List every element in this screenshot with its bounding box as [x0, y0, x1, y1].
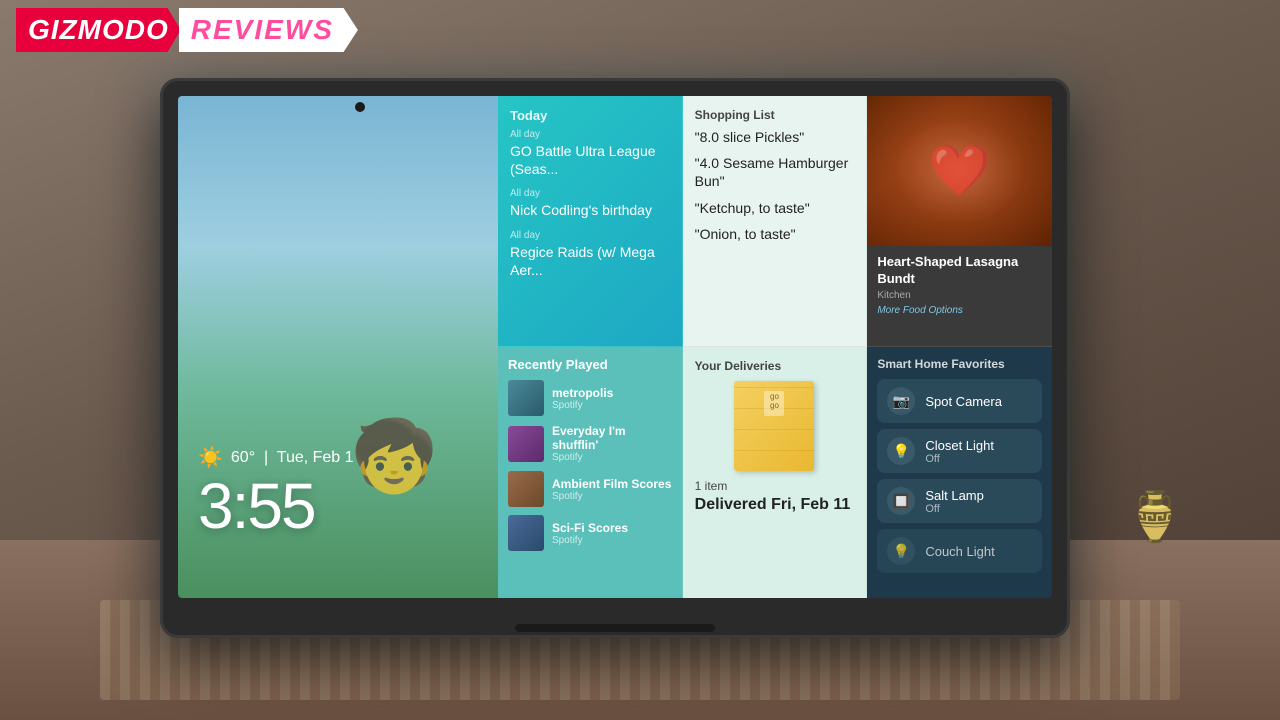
music-thumb-3 [508, 471, 544, 507]
today-label: Today [510, 108, 670, 123]
today-panel[interactable]: Today All day GO Battle Ultra League (Se… [498, 96, 683, 347]
music-item-3[interactable]: Ambient Film Scores Spotify [508, 471, 672, 507]
decorative-figurine: 🏺 [1125, 488, 1185, 545]
shopping-item-1: "8.0 slice Pickles" [695, 128, 855, 146]
shopping-item-2: "4.0 Sesame Hamburger Bun" [695, 154, 855, 190]
music-thumb-1 [508, 380, 544, 416]
box-label: go go [764, 391, 784, 416]
event-item-1: All day GO Battle Ultra League (Seas... [510, 129, 670, 178]
weather-line: ☀️ 60° | Tue, Feb 1 [198, 445, 354, 470]
couch-light-name: Couch Light [925, 544, 994, 559]
right-panels-grid: Today All day GO Battle Ultra League (Se… [498, 96, 1052, 598]
deliveries-label: Your Deliveries [695, 359, 855, 373]
music-thumb-4 [508, 515, 544, 551]
event-item-3: All day Regice Raids (w/ Mega Aer... [510, 230, 670, 279]
music-source-4: Spotify [552, 535, 628, 546]
music-item-2[interactable]: Everyday I'm shufflin' Spotify [508, 424, 672, 463]
device-info-closet: Closet Light Off [925, 438, 994, 465]
event-title-3: Regice Raids (w/ Mega Aer... [510, 243, 670, 279]
smart-home-label: Smart Home Favorites [877, 357, 1042, 371]
closet-light-status: Off [925, 453, 994, 465]
music-title-3: Ambient Film Scores [552, 477, 671, 491]
date-display: Tue, Feb 1 [277, 449, 354, 466]
salt-lamp-status: Off [925, 503, 984, 515]
light-icon-closet: 💡 [887, 437, 915, 465]
music-thumb-2 [508, 426, 544, 462]
device-info-camera: Spot Camera [925, 394, 1002, 409]
food-heart-icon: ❤️ [929, 142, 991, 201]
smart-device-closet-light[interactable]: 💡 Closet Light Off [877, 429, 1042, 473]
music-info-4: Sci-Fi Scores Spotify [552, 521, 628, 546]
weather-temp-day: 60° | Tue, Feb 1 [231, 449, 354, 467]
recently-played-panel[interactable]: Recently Played metropolis Spotify Every… [498, 347, 683, 598]
delivery-count: 1 item [695, 479, 855, 493]
brand-name: GIZMODO [28, 14, 169, 45]
music-item-4[interactable]: Sci-Fi Scores Spotify [508, 515, 672, 551]
shopping-item-4: "Onion, to taste" [695, 225, 855, 243]
recently-played-label: Recently Played [508, 357, 672, 372]
tv-stand [515, 624, 715, 632]
shopping-label: Shopping List [695, 108, 855, 122]
shopping-item-3: "Ketchup, to taste" [695, 199, 855, 217]
music-info-1: metropolis Spotify [552, 386, 613, 411]
reviews-label: REVIEWS [179, 8, 358, 52]
smart-home-panel[interactable]: Smart Home Favorites 📷 Spot Camera 💡 Clo… [867, 347, 1052, 598]
deliveries-panel[interactable]: Your Deliveries go go 1 item Delivered F… [683, 347, 868, 598]
section-name: REVIEWS [191, 14, 334, 45]
weather-info: ☀️ 60° | Tue, Feb 1 3:55 [198, 445, 354, 538]
shopping-panel[interactable]: Shopping List "8.0 slice Pickles" "4.0 S… [683, 96, 868, 347]
event-time-1: All day [510, 129, 670, 140]
gizmodo-logo: GIZMODO [16, 8, 181, 52]
device-info-couch: Couch Light [925, 544, 994, 559]
gizmodo-banner: GIZMODO REVIEWS [0, 0, 374, 60]
delivery-date: Delivered Fri, Feb 11 [695, 495, 855, 516]
clock-display: 3:55 [198, 474, 354, 538]
music-source-2: Spotify [552, 452, 672, 463]
device-info-salt-lamp: Salt Lamp Off [925, 488, 984, 515]
music-info-3: Ambient Film Scores Spotify [552, 477, 671, 502]
food-title: Heart-Shaped Lasagna Bundt [877, 254, 1042, 288]
music-source-3: Spotify [552, 491, 671, 502]
smart-device-couch-light[interactable]: 💡 Couch Light [877, 529, 1042, 573]
smart-device-camera[interactable]: 📷 Spot Camera [877, 379, 1042, 423]
weather-icon: ☀️ [198, 445, 223, 470]
tv-screen[interactable]: 🧒 ☀️ 60° | Tue, Feb 1 3:55 Today [178, 96, 1052, 598]
event-time-3: All day [510, 230, 670, 241]
event-title-1: GO Battle Ultra League (Seas... [510, 142, 670, 178]
food-category: Kitchen [877, 290, 1042, 301]
package-box: go go [734, 381, 814, 471]
food-more-options[interactable]: More Food Options [877, 305, 1042, 316]
smart-device-salt-lamp[interactable]: 🔲 Salt Lamp Off [877, 479, 1042, 523]
light-icon-couch: 💡 [887, 537, 915, 565]
closet-light-name: Closet Light [925, 438, 994, 453]
box-text: go go [764, 391, 784, 413]
music-title-2: Everyday I'm shufflin' [552, 424, 672, 452]
delivery-box-visual: go go [695, 381, 855, 471]
temperature: 60° [231, 449, 255, 466]
music-title-4: Sci-Fi Scores [552, 521, 628, 535]
event-item-2: All day Nick Codling's birthday [510, 188, 670, 219]
tv-frame: 🧒 ☀️ 60° | Tue, Feb 1 3:55 Today [160, 78, 1070, 638]
music-title-1: metropolis [552, 386, 613, 400]
camera-icon: 📷 [887, 387, 915, 415]
music-info-2: Everyday I'm shufflin' Spotify [552, 424, 672, 463]
event-title-2: Nick Codling's birthday [510, 201, 670, 219]
tv-camera [355, 102, 365, 112]
food-panel[interactable]: What To Eat ❤️ Heart-Shaped Lasagna Bund… [867, 96, 1052, 347]
event-time-2: All day [510, 188, 670, 199]
music-item-1[interactable]: metropolis Spotify [508, 380, 672, 416]
music-source-1: Spotify [552, 400, 613, 411]
child-silhouette: 🧒 [351, 416, 438, 498]
camera-name: Spot Camera [925, 394, 1002, 409]
salt-lamp-name: Salt Lamp [925, 488, 984, 503]
food-info: Heart-Shaped Lasagna Bundt Kitchen More … [867, 246, 1052, 324]
food-image: ❤️ [867, 96, 1052, 246]
left-panel: 🧒 ☀️ 60° | Tue, Feb 1 3:55 [178, 96, 498, 598]
salt-lamp-icon: 🔲 [887, 487, 915, 515]
